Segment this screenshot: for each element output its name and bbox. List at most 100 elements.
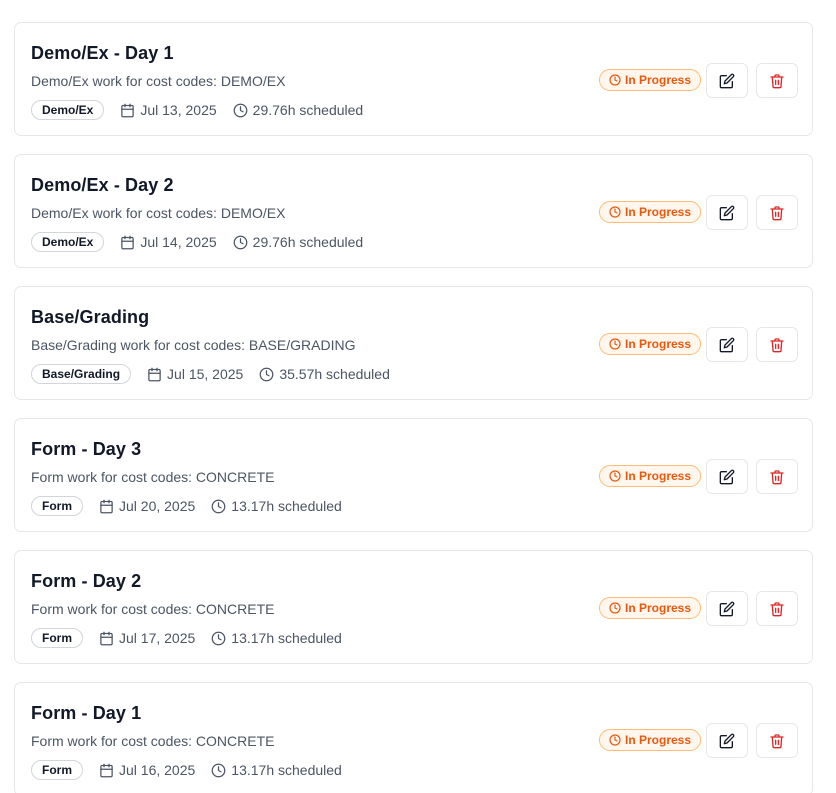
task-list: Demo/Ex - Day 1 Demo/Ex work for cost co… <box>0 0 836 793</box>
task-hours-text: 35.57h scheduled <box>279 366 390 382</box>
task-card: Demo/Ex - Day 1 Demo/Ex work for cost co… <box>14 22 813 136</box>
trash-icon <box>770 469 784 484</box>
edit-button[interactable] <box>706 723 748 758</box>
task-description: Base/Grading work for cost codes: BASE/G… <box>31 337 356 353</box>
clock-icon <box>609 470 621 482</box>
trash-icon <box>770 733 784 748</box>
task-title: Form - Day 1 <box>31 703 142 723</box>
task-hours-text: 13.17h scheduled <box>231 762 342 778</box>
clock-icon <box>233 103 248 117</box>
delete-button[interactable] <box>756 459 798 494</box>
task-card: Form - Day 3 Form work for cost codes: C… <box>14 418 813 532</box>
category-tag: Form <box>31 628 83 648</box>
trash-icon <box>770 73 784 88</box>
clock-icon <box>609 206 621 218</box>
status-text: In Progress <box>625 601 692 615</box>
clock-icon <box>259 367 274 381</box>
task-date-text: Jul 20, 2025 <box>119 498 196 514</box>
task-date: Jul 13, 2025 <box>120 102 217 118</box>
task-date-text: Jul 13, 2025 <box>140 102 217 118</box>
delete-button[interactable] <box>756 327 798 362</box>
clock-icon <box>211 763 226 777</box>
task-title: Base/Grading <box>31 307 150 327</box>
delete-button[interactable] <box>756 195 798 230</box>
task-date-text: Jul 17, 2025 <box>119 630 196 646</box>
task-date-text: Jul 15, 2025 <box>167 366 244 382</box>
task-hours: 13.17h scheduled <box>211 762 342 778</box>
task-meta: Form Jul 16, 2025 13.17h scheduled <box>31 759 358 781</box>
category-tag: Base/Grading <box>31 364 132 384</box>
calendar-icon <box>100 763 113 777</box>
task-hours-text: 29.76h scheduled <box>252 102 364 118</box>
edit-icon <box>719 205 735 220</box>
task-hours: 29.76h scheduled <box>233 234 363 250</box>
clock-icon <box>233 235 248 249</box>
task-hours: 29.76h scheduled <box>233 102 364 118</box>
status-badge: In Progress <box>599 333 702 355</box>
trash-icon <box>770 337 784 352</box>
edit-icon <box>719 469 735 484</box>
clock-icon <box>609 74 621 86</box>
edit-button[interactable] <box>706 327 748 362</box>
category-tag: Form <box>31 496 83 516</box>
clock-icon <box>609 338 621 350</box>
status-badge: In Progress <box>599 597 702 619</box>
status-badge: In Progress <box>599 465 702 487</box>
task-hours: 35.57h scheduled <box>259 366 390 382</box>
task-title: Form - Day 2 <box>31 571 142 591</box>
edit-button[interactable] <box>706 63 748 98</box>
status-badge: In Progress <box>599 69 702 91</box>
task-date-text: Jul 16, 2025 <box>119 762 196 778</box>
calendar-icon <box>121 103 135 117</box>
task-hours-text: 13.17h scheduled <box>231 630 342 646</box>
edit-button[interactable] <box>706 195 748 230</box>
delete-button[interactable] <box>756 63 798 98</box>
task-hours-text: 13.17h scheduled <box>231 498 342 514</box>
status-text: In Progress <box>625 205 692 219</box>
edit-button[interactable] <box>706 591 748 626</box>
task-date: Jul 14, 2025 <box>120 234 217 250</box>
task-date: Jul 17, 2025 <box>99 630 195 646</box>
task-description: Demo/Ex work for cost codes: DEMO/EX <box>31 205 286 221</box>
task-date-text: Jul 14, 2025 <box>140 234 217 250</box>
task-card: Form - Day 2 Form work for cost codes: C… <box>14 550 813 664</box>
task-description: Demo/Ex work for cost codes: DEMO/EX <box>31 73 286 89</box>
delete-button[interactable] <box>756 723 798 758</box>
task-description: Form work for cost codes: CONCRETE <box>31 601 275 617</box>
calendar-icon <box>100 499 113 513</box>
status-text: In Progress <box>625 337 692 351</box>
clock-icon <box>609 602 621 614</box>
edit-icon <box>719 601 735 616</box>
task-date: Jul 16, 2025 <box>99 762 195 778</box>
status-badge: In Progress <box>599 201 702 223</box>
task-description: Form work for cost codes: CONCRETE <box>31 733 275 749</box>
clock-icon <box>609 734 621 746</box>
trash-icon <box>770 601 784 616</box>
task-title: Form - Day 3 <box>31 439 142 459</box>
clock-icon <box>211 631 226 645</box>
category-tag: Form <box>31 760 83 780</box>
status-text: In Progress <box>625 733 692 747</box>
trash-icon <box>770 205 784 220</box>
category-tag: Demo/Ex <box>31 100 105 120</box>
task-card: Demo/Ex - Day 2 Demo/Ex work for cost co… <box>14 154 813 268</box>
task-description: Form work for cost codes: CONCRETE <box>31 469 275 485</box>
clock-icon <box>211 499 226 513</box>
edit-button[interactable] <box>706 459 748 494</box>
task-meta: Demo/Ex Jul 13, 2025 29.76h scheduled <box>31 99 379 121</box>
task-title: Demo/Ex - Day 1 <box>31 43 174 63</box>
task-meta: Form Jul 20, 2025 13.17h scheduled <box>31 495 358 517</box>
status-badge: In Progress <box>599 729 702 751</box>
task-card: Form - Day 1 Form work for cost codes: C… <box>14 682 813 793</box>
calendar-icon <box>100 631 113 645</box>
task-meta: Form Jul 17, 2025 13.17h scheduled <box>31 627 358 649</box>
delete-button[interactable] <box>756 591 798 626</box>
status-text: In Progress <box>625 73 692 87</box>
category-tag: Demo/Ex <box>31 232 105 252</box>
task-hours: 13.17h scheduled <box>211 498 342 514</box>
edit-icon <box>719 733 735 748</box>
status-text: In Progress <box>625 469 692 483</box>
task-hours: 13.17h scheduled <box>211 630 342 646</box>
task-date: Jul 15, 2025 <box>147 366 243 382</box>
calendar-icon <box>121 235 135 249</box>
